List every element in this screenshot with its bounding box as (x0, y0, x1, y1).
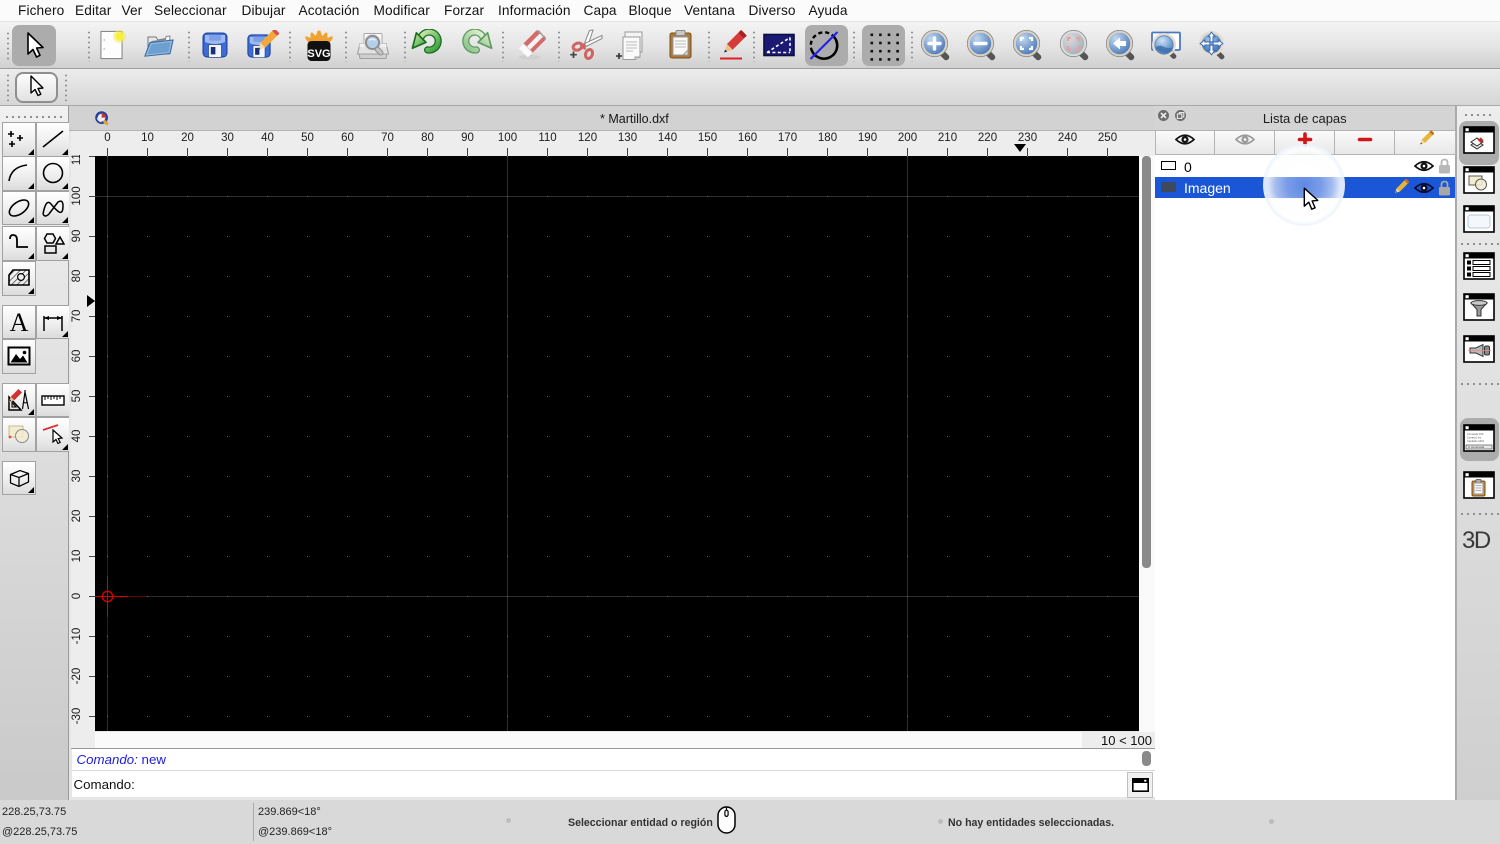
svg-text:Comiso1 tra: Comiso1 tra (1467, 436, 1482, 440)
svg-text:Comando 100: Comando 100 (1467, 432, 1484, 436)
svg-text:Candado 1001: Candado 1001 (1467, 439, 1485, 443)
svg-text:SVG: SVG (307, 48, 330, 60)
svg-text:C command: C command (1468, 445, 1485, 449)
svg-text:A: A (9, 310, 28, 334)
